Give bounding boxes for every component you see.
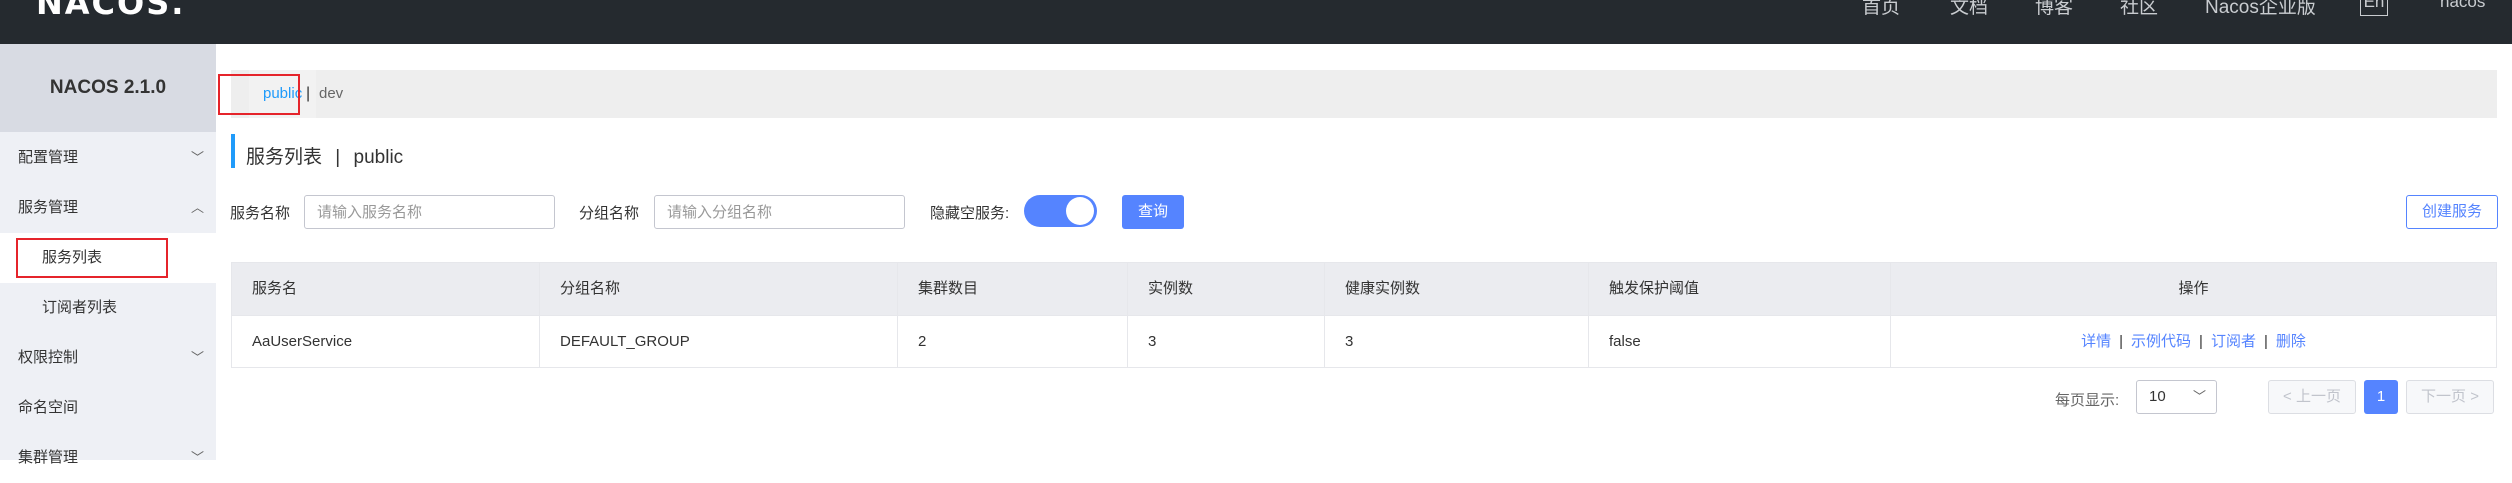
cell-operations: 详情 | 示例代码 | 订阅者 | 删除 [1891,316,2496,368]
sample-code-link[interactable]: 示例代码 [2131,333,2191,350]
prev-page-label: 上一页 [2295,388,2341,405]
column-header: 实例数 [1128,263,1325,315]
page-title: 服务列表 | public [246,142,403,169]
language-toggle-button[interactable]: En [2360,0,2388,16]
nav-docs-link[interactable]: 文档 [1950,0,1988,19]
column-header: 触发保护阈值 [1589,263,1891,315]
service-name-input[interactable] [304,195,555,229]
page-title-separator: | [335,147,341,168]
namespace-bar: public | dev [231,70,2497,118]
prev-page-button[interactable]: < 上一页 [2268,380,2356,414]
page-title-main: 服务列表 [246,147,323,168]
title-accent-bar [231,134,235,168]
sidebar-title: NACOS 2.1.0 [0,44,216,132]
next-page-label: 下一页 [2421,388,2467,405]
column-header: 操作 [2178,280,2209,297]
chevron-right-icon: > [2470,388,2479,405]
cell-service-name: AaUserService [232,316,540,368]
nav-community-link[interactable]: 社区 [2120,0,2158,19]
sidebar-item-config-management[interactable]: 配置管理 ﹀ [0,133,216,183]
next-page-button[interactable]: 下一页 > [2406,380,2494,414]
nav-blog-link[interactable]: 博客 [2035,0,2073,19]
detail-link[interactable]: 详情 [2081,333,2111,350]
op-separator: | [2263,333,2268,350]
column-header: 健康实例数 [1325,263,1589,315]
cell-protect-threshold: false [1589,316,1891,368]
subscribers-link[interactable]: 订阅者 [2211,333,2256,350]
op-separator: | [2119,333,2124,350]
group-name-input[interactable] [654,195,905,229]
highlight-box-namespace [218,74,300,115]
cell-healthy-count: 3 [1325,316,1589,368]
sidebar-item-label: 命名空间 [18,399,79,416]
chevron-down-icon: ﹀ [190,350,204,365]
nacos-logo[interactable]: NACOS. [36,0,185,22]
cell-group-name: DEFAULT_GROUP [540,316,898,368]
chevron-down-icon: ﹀ [190,450,204,465]
cell-instance-count: 3 [1128,316,1325,368]
chevron-down-icon: ﹀ [190,150,204,165]
cell-cluster-count: 2 [898,316,1128,368]
page-size-value: 10 [2149,388,2166,405]
create-service-button[interactable]: 创建服务 [2406,195,2498,229]
chevron-down-icon: ﹀ [2192,389,2206,404]
user-menu[interactable]: nacos [2440,0,2485,12]
top-bar: NACOS. 首页 文档 博客 社区 Nacos企业版 En nacos [0,0,2512,44]
chevron-up-icon: ︿ [190,200,204,215]
sidebar-item-label: 集群管理 [18,449,79,466]
op-separator: | [2199,333,2203,350]
sidebar-item-subscriber-list[interactable]: 订阅者列表 [0,283,216,333]
delete-link[interactable]: 删除 [2276,333,2306,350]
chevron-left-icon: < [2283,388,2292,405]
sidebar-item-cluster-management[interactable]: 集群管理 ﹀ [0,433,216,483]
group-name-label: 分组名称 [579,205,640,222]
logo-dot: . [171,0,186,22]
page-size-select[interactable]: 10 ﹀ [2136,380,2217,414]
page-title-namespace: public [353,147,404,168]
logo-text: NACOS [36,0,172,22]
namespace-separator: | [306,85,311,102]
sidebar-item-namespace[interactable]: 命名空间 [0,383,216,433]
service-name-label: 服务名称 [230,205,291,222]
hide-empty-toggle[interactable] [1024,195,1097,227]
page-size-label: 每页显示: [2055,392,2120,409]
table-row: AaUserService DEFAULT_GROUP 2 3 3 false … [232,315,2496,368]
sidebar-item-access-control[interactable]: 权限控制 ﹀ [0,333,216,383]
sidebar-item-label: 服务管理 [18,199,79,216]
query-button[interactable]: 查询 [1122,195,1184,229]
column-header: 集群数目 [898,263,1128,315]
sidebar-item-label: 配置管理 [18,149,79,166]
toggle-knob [1066,197,1094,225]
sidebar-item-service-management[interactable]: 服务管理 ︿ [0,183,216,233]
sidebar-item-label: 订阅者列表 [42,299,118,316]
namespace-dev-tab[interactable]: dev [319,70,343,118]
nav-home-link[interactable]: 首页 [1862,0,1900,19]
sidebar-item-label: 权限控制 [18,349,79,366]
column-header: 分组名称 [540,263,898,315]
service-table: 服务名 分组名称 集群数目 实例数 健康实例数 触发保护阈值 操作 AaUser… [231,262,2497,368]
nav-enterprise-link[interactable]: Nacos企业版 [2205,0,2316,19]
page-1-button[interactable]: 1 [2364,380,2398,414]
hide-empty-label: 隐藏空服务: [930,205,1010,222]
highlight-box-service-list [16,238,168,278]
table-header: 服务名 分组名称 集群数目 实例数 健康实例数 触发保护阈值 操作 [232,263,2496,315]
column-header: 服务名 [232,263,540,315]
